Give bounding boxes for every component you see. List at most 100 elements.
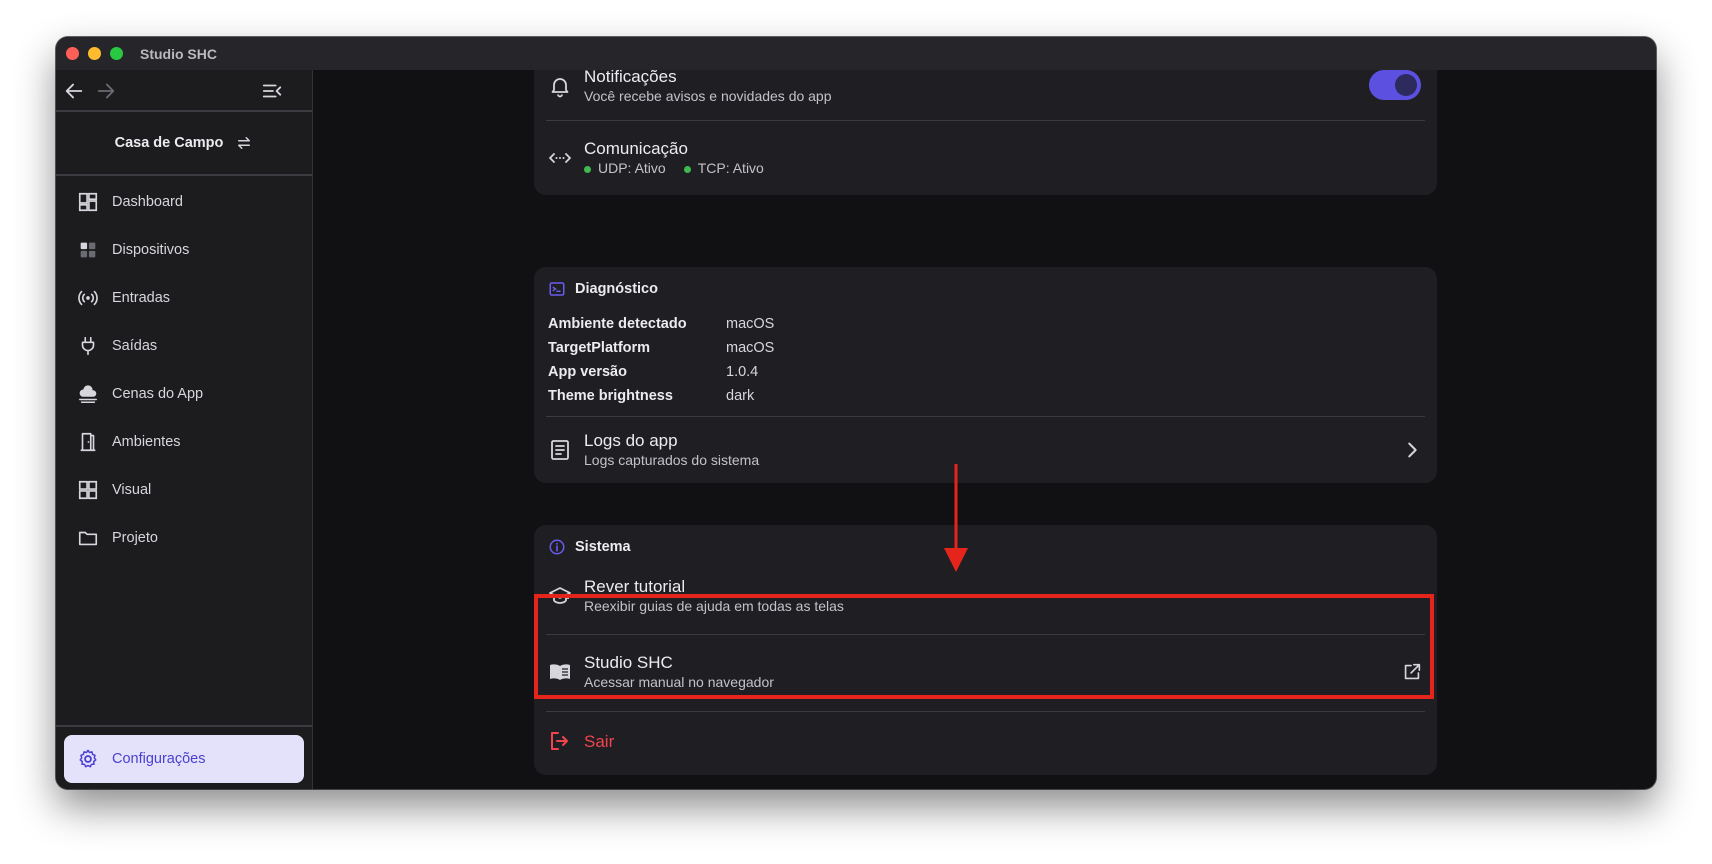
gear-icon <box>79 749 97 768</box>
sidebar-item-entradas[interactable]: Entradas <box>56 274 312 322</box>
close-window-button[interactable] <box>66 47 79 60</box>
graduation-cap-icon <box>549 587 571 604</box>
diag-value: macOS <box>726 340 775 356</box>
system-card: Sistema Rever tutorial Reexibir guias de… <box>534 525 1437 775</box>
window-title: Studio SHC <box>140 45 217 62</box>
sidebar-item-label: Dispositivos <box>112 242 190 258</box>
logs-row[interactable]: Logs do app Logs capturados do sistema <box>534 422 1437 478</box>
sidebar-item-configuracoes[interactable]: Configurações <box>64 735 304 783</box>
tutorial-title: Rever tutorial <box>584 577 686 596</box>
diag-value: 1.0.4 <box>726 364 759 380</box>
forward-arrow-icon[interactable] <box>95 80 117 102</box>
maximize-window-button[interactable] <box>110 47 123 60</box>
manual-title: Studio SHC <box>584 653 673 672</box>
diagnostics-card: Diagnóstico Ambiente detectado macOS Tar… <box>534 267 1437 483</box>
system-title: Sistema <box>575 539 631 555</box>
tutorial-subtitle: Reexibir guias de ajuda em todas as tela… <box>584 598 844 614</box>
diag-key: TargetPlatform <box>548 340 651 356</box>
sidebar-item-dispositivos[interactable]: Dispositivos <box>56 226 312 274</box>
logs-title: Logs do app <box>584 431 678 450</box>
communication-row: Comunicação UDP: Ativo TCP: Ativo <box>534 133 1437 183</box>
diag-key: Ambiente detectado <box>548 316 687 332</box>
info-icon <box>549 539 565 555</box>
document-list-icon <box>551 440 569 460</box>
external-link-icon <box>1404 663 1421 680</box>
diagnostics-header: Diagnóstico <box>548 280 658 298</box>
sidebar-item-projeto[interactable]: Projeto <box>56 514 312 562</box>
sidebar-item-label: Ambientes <box>112 434 181 450</box>
divider <box>546 416 1425 417</box>
logs-subtitle: Logs capturados do sistema <box>584 452 760 468</box>
app-window: Studio SHC Casa de Campo Dashboard Dispo… <box>56 37 1656 789</box>
status-dot <box>683 165 691 173</box>
sidebar-item-dashboard[interactable]: Dashboard <box>56 178 312 226</box>
system-header: Sistema <box>548 538 631 556</box>
title-bar: Studio SHC <box>56 37 1656 70</box>
door-icon <box>80 432 96 452</box>
sidebar-item-visual[interactable]: Visual <box>56 466 312 514</box>
table-row: Ambiente detectado macOS <box>548 312 774 336</box>
project-switcher[interactable]: Casa de Campo <box>56 112 312 176</box>
sidebar-footer: Configurações <box>56 725 312 789</box>
diagnostics-title: Diagnóstico <box>575 281 658 297</box>
project-name: Casa de Campo <box>114 135 224 151</box>
status-dot <box>584 165 591 173</box>
sidebar-item-label: Saídas <box>112 338 158 354</box>
chevron-right-icon <box>1408 442 1417 458</box>
notifications-row[interactable]: Notificações Você recebe avisos e novida… <box>534 70 1437 110</box>
table-row: App versão 1.0.4 <box>548 360 774 384</box>
dashboard-icon <box>78 192 98 212</box>
sidebar-item-label: Dashboard <box>112 194 183 210</box>
collapse-menu-icon[interactable] <box>261 80 283 102</box>
minimize-window-button[interactable] <box>88 47 101 60</box>
tutorial-row[interactable]: Rever tutorial Reexibir guias de ajuda e… <box>534 570 1437 622</box>
swap-icon <box>238 137 251 149</box>
sidebar-item-label: Configurações <box>112 751 206 767</box>
udp-status: UDP: Ativo <box>584 159 666 178</box>
table-row: TargetPlatform macOS <box>548 336 774 360</box>
diag-value: dark <box>726 388 755 404</box>
devices-icon <box>80 242 96 258</box>
sidebar-item-label: Cenas do App <box>112 386 204 402</box>
notifications-subtitle: Você recebe avisos e novidades do app <box>584 88 832 104</box>
bell-icon <box>551 78 569 98</box>
communication-status: UDP: Ativo TCP: Ativo <box>584 159 764 178</box>
grid-icon <box>78 480 98 500</box>
table-row: Theme brightness dark <box>548 384 774 408</box>
cloud-icon <box>79 385 97 403</box>
logout-icon <box>551 732 568 750</box>
logout-row[interactable]: Sair <box>534 721 1437 761</box>
folder-icon <box>78 531 98 546</box>
divider <box>546 634 1425 635</box>
notifications-toggle[interactable] <box>1369 70 1421 100</box>
tcp-status: TCP: Ativo <box>683 159 764 178</box>
code-arrows-icon <box>549 153 571 163</box>
diagnostics-table: Ambiente detectado macOS TargetPlatform … <box>548 312 774 408</box>
sidebar-item-ambientes[interactable]: Ambientes <box>56 418 312 466</box>
diag-key: App versão <box>548 364 627 380</box>
manual-row[interactable]: Studio SHC Acessar manual no navegador <box>534 645 1437 699</box>
broadcast-icon <box>78 290 98 306</box>
communication-title: Comunicação <box>584 139 688 158</box>
terminal-icon <box>549 282 565 296</box>
logout-label: Sair <box>584 731 615 751</box>
settings-content: Notificações Você recebe avisos e novida… <box>314 70 1656 789</box>
navigation-bar <box>56 70 312 112</box>
manual-subtitle: Acessar manual no navegador <box>584 674 774 690</box>
diag-key: Theme brightness <box>548 388 673 404</box>
back-arrow-icon[interactable] <box>63 80 85 102</box>
sidebar-item-label: Visual <box>112 482 152 498</box>
divider <box>546 711 1425 712</box>
general-settings-card: Notificações Você recebe avisos e novida… <box>534 70 1437 195</box>
sidebar: Casa de Campo Dashboard Dispositivos Ent… <box>56 70 313 789</box>
divider <box>546 120 1425 121</box>
sidebar-item-cenas[interactable]: Cenas do App <box>56 370 312 418</box>
sidebar-item-saidas[interactable]: Saídas <box>56 322 312 370</box>
sidebar-item-label: Projeto <box>112 530 158 546</box>
plug-icon <box>81 336 95 356</box>
open-book-icon <box>550 664 570 680</box>
toggle-knob <box>1395 74 1417 96</box>
udp-status-label: UDP: Ativo <box>598 160 666 176</box>
window-controls <box>66 47 123 60</box>
sidebar-item-label: Entradas <box>112 290 171 306</box>
